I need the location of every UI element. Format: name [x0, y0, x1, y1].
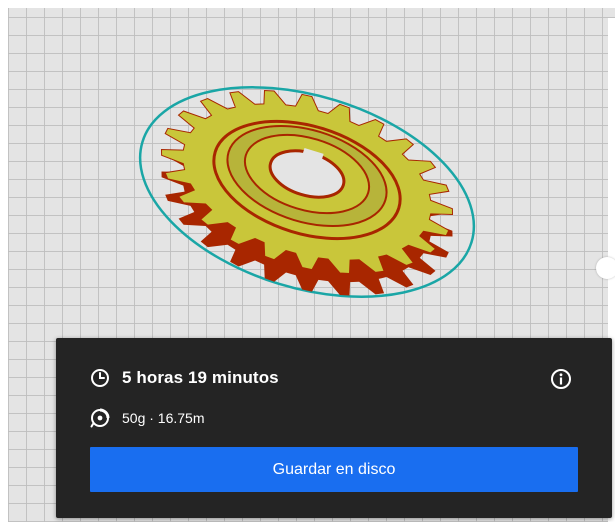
3d-viewport[interactable]: 5 horas 19 minutos 50g · 16.75m Guardar …	[0, 0, 615, 522]
print-time: 5 horas 19 minutos	[122, 368, 279, 387]
layer-slider-handle[interactable]	[596, 257, 615, 279]
gear-model[interactable]	[160, 89, 454, 296]
info-icon[interactable]	[550, 368, 572, 390]
material-usage-row: 50g · 16.75m	[90, 408, 205, 428]
material-usage: 50g · 16.75m	[122, 410, 205, 426]
filament-spool-icon	[90, 408, 110, 428]
clock-icon	[90, 368, 110, 388]
print-info-panel: 5 horas 19 minutos 50g · 16.75m Guardar …	[56, 338, 612, 518]
save-to-disk-button[interactable]: Guardar en disco	[90, 447, 578, 492]
print-time-row: 5 horas 19 minutos	[90, 368, 279, 388]
